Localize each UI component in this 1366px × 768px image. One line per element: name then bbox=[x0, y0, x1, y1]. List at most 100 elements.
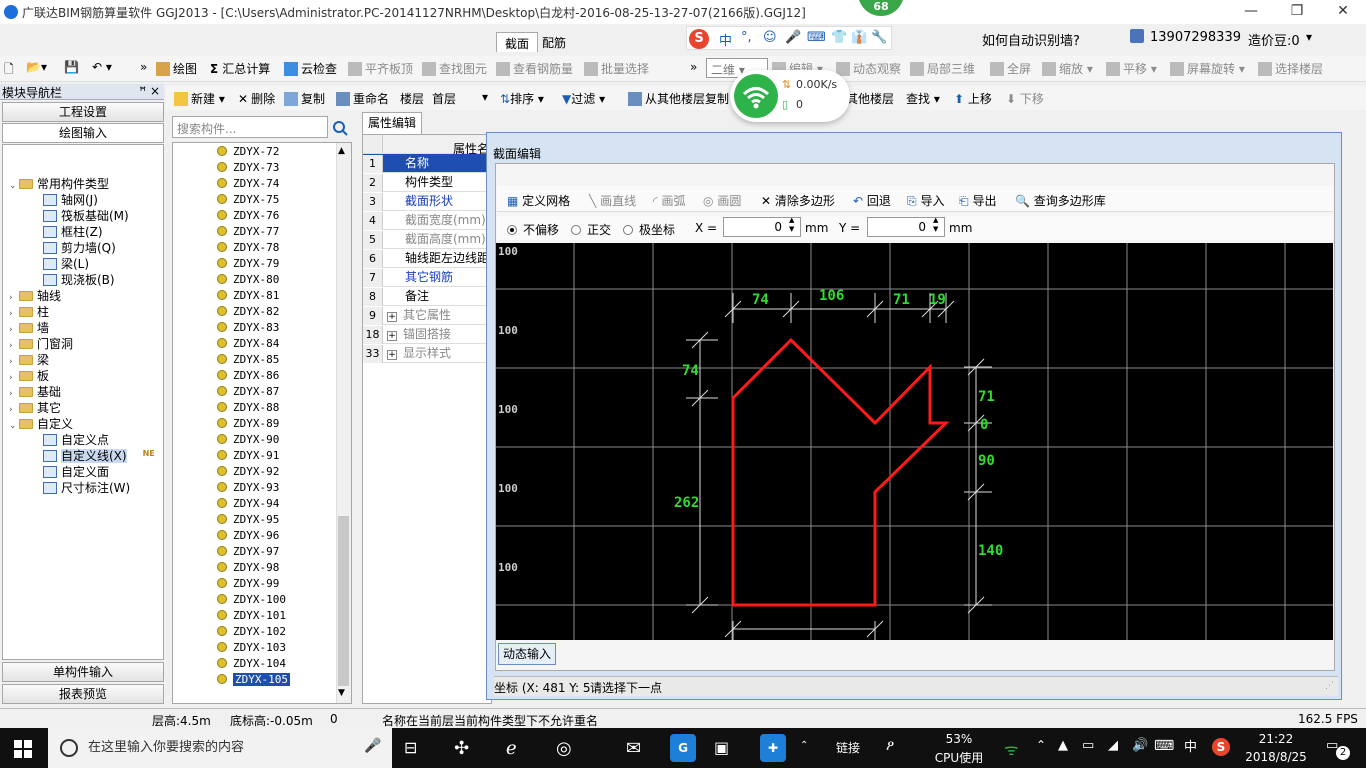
export-button[interactable]: ⎗ 导出 bbox=[959, 192, 996, 209]
property-row[interactable]: 2 构件类型 bbox=[363, 173, 493, 192]
copy-button[interactable]: 复制 bbox=[284, 90, 325, 107]
section-drawing[interactable]: 100 100 100 100 100 74 106 71 19 74 262 71 0 90 140 bbox=[496, 243, 1333, 640]
other-floor-button[interactable]: 其他楼层 bbox=[846, 90, 894, 107]
tree-expander-icon[interactable]: › bbox=[9, 293, 19, 303]
summary-calc-button[interactable]: Σ 汇总计算 bbox=[210, 60, 270, 77]
component-list-item[interactable]: ZDYX-75 bbox=[173, 193, 279, 209]
component-list-item[interactable]: ZDYX-105 bbox=[173, 673, 290, 689]
tree-item[interactable]: 自定义线(X) NE bbox=[43, 447, 155, 463]
fan-app-icon[interactable]: ✣ bbox=[454, 738, 478, 759]
pin-icon[interactable]: ꟸ × bbox=[139, 84, 160, 98]
sogou-icon[interactable]: S bbox=[689, 29, 709, 49]
y-spinner[interactable]: ▲ ▼ bbox=[933, 216, 938, 234]
component-list-item[interactable]: ZDYX-79 bbox=[173, 257, 279, 273]
close-button[interactable]: ✕ bbox=[1320, 0, 1366, 24]
component-list-item[interactable]: ZDYX-95 bbox=[173, 513, 279, 529]
component-list-item[interactable]: ZDYX-93 bbox=[173, 481, 279, 497]
tree-expander-icon[interactable]: ⌄ bbox=[9, 181, 19, 191]
clear-polygon-button[interactable]: ✕ 清除多边形 bbox=[761, 192, 835, 209]
pan-button[interactable]: 平移 ▾ bbox=[1106, 60, 1157, 77]
clock-date[interactable]: 2018/8/25 bbox=[1236, 750, 1316, 764]
minimize-button[interactable]: — bbox=[1228, 0, 1274, 24]
tree-item[interactable]: › 梁 bbox=[9, 351, 49, 367]
sort-button[interactable]: ⇅排序 ▾ bbox=[500, 90, 544, 107]
image-viewer-icon[interactable]: ▣ bbox=[714, 738, 738, 758]
tab-section[interactable]: 截面 bbox=[496, 32, 539, 52]
component-list-item[interactable]: ZDYX-90 bbox=[173, 433, 279, 449]
browser-360-icon[interactable]: ◎ bbox=[556, 738, 580, 759]
move-down-button[interactable]: ⬇ 下移 bbox=[1006, 90, 1044, 107]
ime-voice-icon[interactable]: 🎤 bbox=[785, 30, 801, 45]
component-list-item[interactable]: ZDYX-73 bbox=[173, 161, 279, 177]
windows-start-icon[interactable] bbox=[14, 740, 32, 758]
microphone-icon[interactable]: 🎤 bbox=[364, 738, 381, 754]
tree-item[interactable]: › 门窗洞 bbox=[9, 335, 73, 351]
tree-expander-icon[interactable]: › bbox=[9, 373, 19, 383]
glodon-app-icon[interactable]: G bbox=[670, 734, 696, 762]
copy-from-floor-button[interactable]: 从其他楼层复制 bbox=[628, 90, 729, 107]
component-list-item[interactable]: ZDYX-76 bbox=[173, 209, 279, 225]
tree-item[interactable]: 现浇板(B) bbox=[43, 271, 115, 287]
resize-grip-icon[interactable]: ⋰ bbox=[1325, 681, 1334, 691]
component-list-item[interactable]: ZDYX-80 bbox=[173, 273, 279, 289]
import-button[interactable]: ⎘ 导入 bbox=[907, 192, 944, 209]
tree-item[interactable]: ⌄ 自定义 bbox=[9, 415, 73, 431]
component-list-item[interactable]: ZDYX-85 bbox=[173, 353, 279, 369]
new-button[interactable]: 新建 ▾ bbox=[174, 90, 225, 107]
battery-icon[interactable]: ▭ bbox=[1082, 738, 1094, 753]
view-rebar-button[interactable]: 查看钢筋量 bbox=[496, 60, 573, 77]
component-list-item[interactable]: ZDYX-83 bbox=[173, 321, 279, 337]
delete-button[interactable]: ✕ 删除 bbox=[238, 90, 275, 107]
tray-up-icon[interactable]: ⌃ bbox=[1036, 738, 1046, 752]
expand-plus-icon[interactable]: + bbox=[387, 331, 397, 341]
mode-polar[interactable]: 极坐标 bbox=[623, 221, 675, 238]
volume-icon[interactable]: 🔊 bbox=[1132, 738, 1148, 753]
tree-item[interactable]: 筏板基础(M) bbox=[43, 207, 129, 223]
component-list-item[interactable]: ZDYX-78 bbox=[173, 241, 279, 257]
dynamic-input-button[interactable]: 动态输入 bbox=[498, 643, 556, 665]
component-list-item[interactable]: ZDYX-72 bbox=[173, 145, 279, 161]
search-icon[interactable] bbox=[330, 118, 350, 138]
tree-item[interactable]: 轴网(J) bbox=[43, 191, 98, 207]
property-row[interactable]: 7 其它钢筋 bbox=[363, 268, 493, 287]
tree-item[interactable]: 框柱(Z) bbox=[43, 223, 103, 239]
ime-skin-icon[interactable]: 👕 bbox=[831, 30, 847, 45]
single-component-button[interactable]: 单构件输入 bbox=[2, 662, 164, 682]
open-folder-icon[interactable]: 📂▾ bbox=[26, 60, 47, 74]
draw-input-button[interactable]: 绘图输入 bbox=[2, 123, 164, 143]
component-list-item[interactable]: ZDYX-97 bbox=[173, 545, 279, 561]
tree-expander-icon[interactable]: ⌄ bbox=[9, 421, 19, 431]
mail-icon[interactable]: ✉ bbox=[626, 738, 650, 759]
tree-expander-icon[interactable]: › bbox=[9, 325, 19, 335]
define-grid-button[interactable]: ▦ 定义网格 bbox=[507, 192, 570, 209]
component-list-item[interactable]: ZDYX-101 bbox=[173, 609, 286, 625]
tree-expander-icon[interactable]: › bbox=[9, 309, 19, 319]
wifi-tray-icon[interactable]: ᯤ bbox=[1004, 738, 1019, 760]
property-row[interactable]: 9 + 其它属性 bbox=[363, 306, 493, 325]
tree-item[interactable]: › 基础 bbox=[9, 383, 61, 399]
draw-circle-button[interactable]: ◎ 画圆 bbox=[703, 192, 741, 209]
component-list-item[interactable]: ZDYX-92 bbox=[173, 465, 279, 481]
expand-plus-icon[interactable]: + bbox=[387, 312, 397, 322]
clock-time[interactable]: 21:22 bbox=[1236, 732, 1316, 746]
tree-item[interactable]: 尺寸标注(W) bbox=[43, 479, 130, 495]
scrollbar-thumb[interactable] bbox=[338, 516, 349, 686]
partial-3d-button[interactable]: 局部三维 bbox=[910, 60, 975, 77]
help-link[interactable]: 如何自动识别墙? bbox=[982, 30, 1080, 49]
filter-button[interactable]: ▼过滤 ▾ bbox=[562, 90, 605, 107]
link-label[interactable]: 链接 bbox=[836, 728, 860, 768]
component-list-item[interactable]: ZDYX-102 bbox=[173, 625, 286, 641]
component-list-item[interactable]: ZDYX-103 bbox=[173, 641, 286, 657]
property-row[interactable]: 18 + 锚固搭接 bbox=[363, 325, 493, 344]
component-list-item[interactable]: ZDYX-96 bbox=[173, 529, 279, 545]
report-preview-button[interactable]: 报表预览 bbox=[2, 684, 164, 704]
tree-item[interactable]: › 板 bbox=[9, 367, 49, 383]
tree-expander-icon[interactable]: › bbox=[9, 389, 19, 399]
user-phone[interactable]: 13907298339 bbox=[1150, 30, 1241, 45]
network-icon[interactable]: ◢ bbox=[1108, 738, 1118, 753]
tree-item[interactable]: 自定义点 bbox=[43, 431, 109, 447]
undo-button[interactable]: ↶ 回退 bbox=[853, 192, 891, 209]
ime-toolbar[interactable]: S 中 °, ☺ 🎤 ⌨ 👕 👔 🔧 bbox=[686, 26, 892, 50]
draw-arc-button[interactable]: ◜ 画弧 bbox=[653, 192, 686, 209]
expand-plus-icon[interactable]: + bbox=[387, 350, 397, 360]
